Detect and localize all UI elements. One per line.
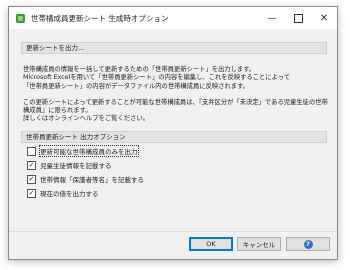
dialog-window: 世帯構成員更新シート 生成時オプション — ✕ 更新シートを出力... 世帯構成… (8, 6, 338, 260)
description-line: 詳しくはオンラインヘルプをご覧ください。 (23, 115, 149, 123)
minimize-icon: — (267, 12, 277, 24)
maximize-button[interactable] (285, 7, 311, 29)
option-current-values[interactable]: ✓ 現在の値を出力する (27, 188, 99, 198)
help-button[interactable]: ? (286, 237, 330, 251)
app-icon (16, 13, 25, 23)
window-title: 世帯構成員更新シート 生成時オプション (31, 13, 169, 23)
description-line: 「世帯員更新シート」の内容がデータファイル内の世帯構成員に反映されます。 (23, 82, 250, 90)
option-label: 児童生徒情報を記載する (40, 162, 112, 170)
checkbox[interactable]: ✓ (27, 188, 36, 198)
footer-divider (9, 231, 337, 232)
cancel-button[interactable]: キャンセル (237, 237, 281, 251)
minimize-button[interactable]: — (259, 7, 285, 29)
section-header-output: 更新シートを出力... (21, 42, 327, 54)
section-header-options: 世帯員更新シート 出力オプション (21, 131, 327, 143)
checkbox[interactable] (27, 146, 36, 156)
ok-button[interactable]: OK (189, 237, 233, 251)
option-student-info[interactable]: ✓ 児童生徒情報を記載する (27, 160, 112, 170)
checkbox[interactable]: ✓ (27, 174, 36, 184)
option-label: 更新可能な世帯構成員のみを出力 (39, 145, 139, 157)
help-icon: ? (303, 239, 313, 249)
checkbox[interactable]: ✓ (27, 160, 36, 170)
option-label: 現在の値を出力する (40, 190, 99, 198)
close-button[interactable]: ✕ (311, 7, 337, 29)
description-line: Microsoft Excelを用いて「世帯員更新シート」の内容を編集し、これを… (23, 74, 291, 82)
option-guardian-name[interactable]: ✓ 世帯情報「保護者等名」を記載する (27, 174, 144, 184)
description-text: 世帯構成員の情報を一括して更新するための「世帯員更新シート」を出力します。 Mi… (23, 66, 328, 124)
option-updatable-only[interactable]: 更新可能な世帯構成員のみを出力 (27, 145, 139, 157)
maximize-icon (293, 13, 303, 23)
description-line: この更新シートによって更新することが可能な世帯構成員は、『支弁区分が「未決定」で… (23, 98, 328, 106)
title-bar: 世帯構成員更新シート 生成時オプション — ✕ (9, 7, 337, 29)
option-label: 世帯情報「保護者等名」を記載する (40, 176, 144, 184)
close-icon: ✕ (319, 12, 329, 24)
